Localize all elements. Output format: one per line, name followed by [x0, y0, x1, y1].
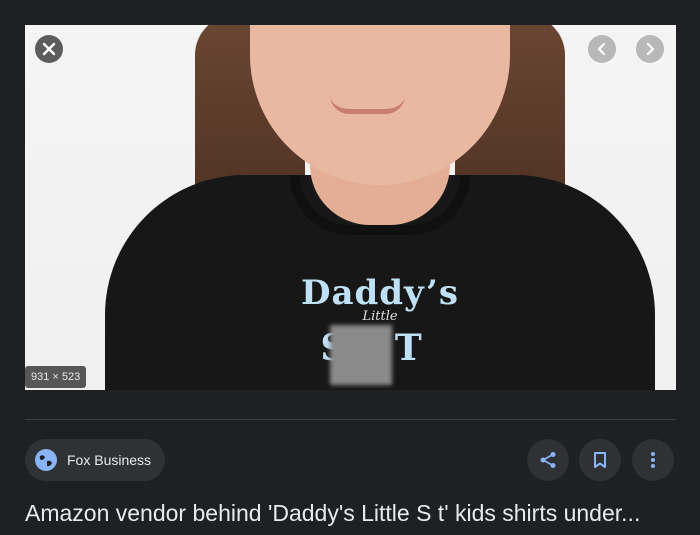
mouth [330, 95, 405, 114]
divider [25, 419, 676, 420]
image-dimensions-badge: 931 × 523 [25, 366, 87, 388]
close-icon [42, 42, 56, 56]
next-button[interactable] [636, 35, 664, 63]
result-headline[interactable]: Amazon vendor behind 'Daddy's Little S t… [25, 500, 685, 527]
more-vertical-icon [651, 452, 655, 468]
save-button[interactable] [579, 439, 621, 481]
bookmark-icon [594, 452, 606, 468]
shirt-print-line2: Little [362, 309, 398, 324]
share-button[interactable] [527, 439, 569, 481]
previous-button[interactable] [588, 35, 616, 63]
chevron-right-icon [646, 43, 655, 55]
globe-icon [35, 449, 57, 471]
close-button[interactable] [35, 35, 63, 63]
censor-blur [330, 325, 392, 385]
image-viewer: Daddy’s Little S T 931 × 523 Fox Busines… [0, 0, 700, 535]
more-options-button[interactable] [632, 439, 674, 481]
share-icon [540, 452, 556, 468]
shirt-print-line1: Daddy’s [300, 273, 460, 313]
chevron-left-icon [597, 43, 606, 55]
source-name: Fox Business [67, 452, 152, 468]
preview-image[interactable]: Daddy’s Little S T [25, 25, 676, 390]
photo-background: Daddy’s Little S T [25, 25, 676, 390]
source-chip[interactable]: Fox Business [25, 439, 166, 481]
